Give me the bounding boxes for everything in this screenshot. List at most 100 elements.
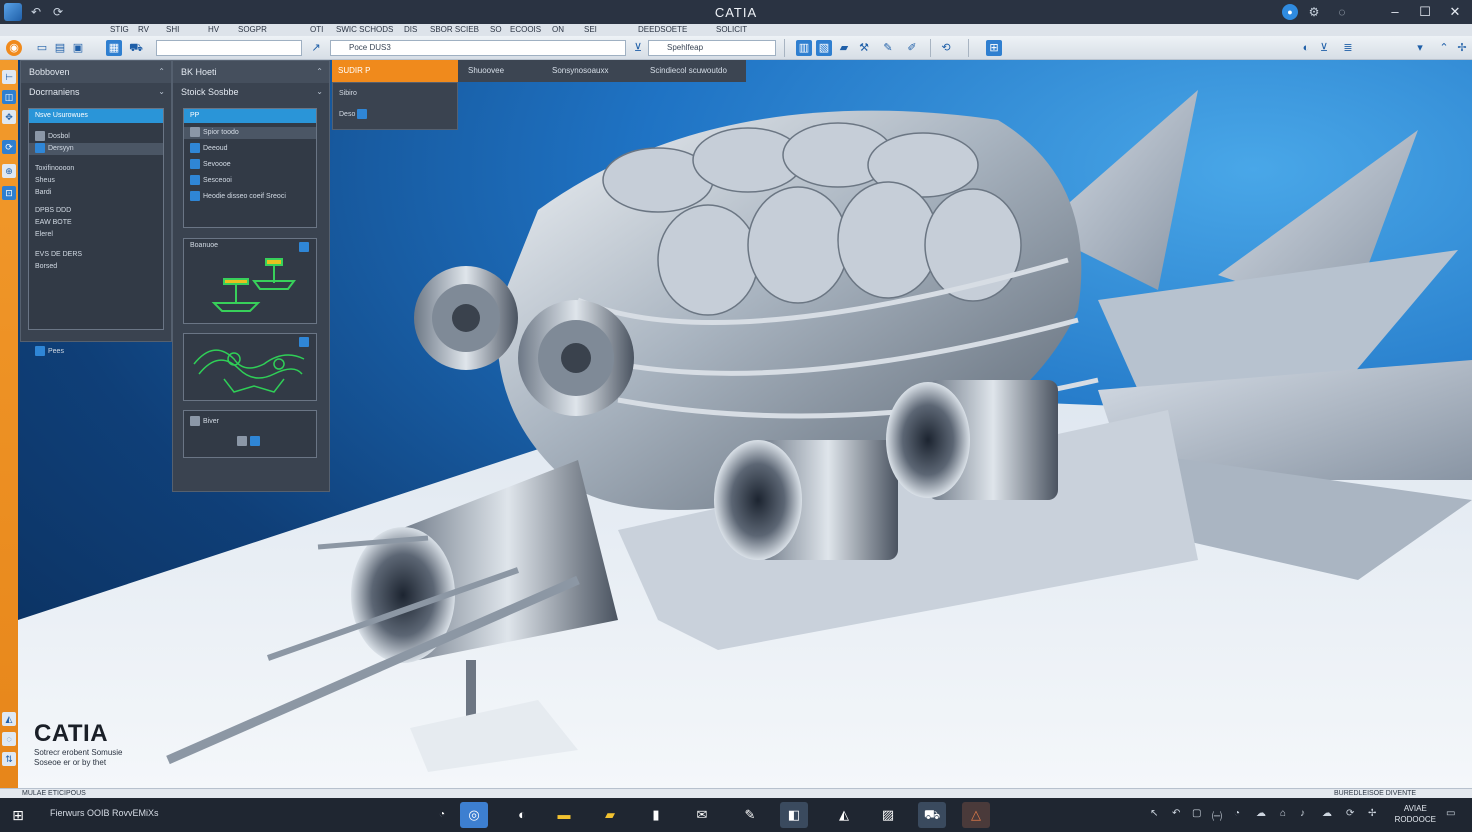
tray-sound-icon[interactable]: ♪: [1300, 808, 1305, 819]
tab-active[interactable]: SUDIR P: [332, 60, 458, 82]
taskbar-search[interactable]: Fierwurs OOIB RovvEMiXs: [50, 808, 159, 818]
open-icon[interactable]: ▤: [52, 40, 68, 56]
list-item[interactable]: Dersyyn: [29, 143, 163, 155]
photo-icon[interactable]: ▨: [874, 802, 902, 828]
layers-icon[interactable]: ≣: [1340, 40, 1356, 56]
tray-cloud-icon[interactable]: ☁: [1322, 808, 1332, 819]
tab[interactable]: Sonsynosoauxx: [546, 60, 644, 82]
filter2-icon[interactable]: ⊻: [1316, 40, 1332, 56]
arrow-icon[interactable]: ↗: [308, 40, 324, 56]
menu-item[interactable]: ON: [552, 24, 564, 36]
menu-item[interactable]: SOGPR: [238, 24, 267, 36]
edge-icon[interactable]: ◐: [508, 802, 536, 828]
chevron-down-icon[interactable]: ⌄: [158, 83, 165, 101]
new-icon[interactable]: ▭: [34, 40, 50, 56]
menu-item[interactable]: DIS: [404, 24, 417, 36]
list-item[interactable]: Toxifinoooon: [29, 163, 163, 175]
list-item[interactable]: Spior toodo: [184, 127, 316, 139]
normal-view-icon[interactable]: ◭: [2, 712, 16, 726]
settings-icon[interactable]: ⚙: [1306, 4, 1322, 20]
clock[interactable]: AVIAE RODOOCE: [1395, 803, 1436, 825]
folder-icon[interactable]: ▰: [836, 40, 852, 56]
compass-icon[interactable]: ◉: [6, 40, 22, 56]
list-item[interactable]: Borsed: [29, 261, 163, 273]
tray-battery-icon[interactable]: ☁: [1256, 808, 1266, 819]
menu-item[interactable]: SHI: [166, 24, 179, 36]
zoom-icon[interactable]: ⊕: [2, 164, 16, 178]
task-view-icon[interactable]: ◔: [428, 802, 456, 828]
tray-chevron-icon[interactable]: ↖: [1150, 808, 1158, 819]
catia-taskbar-icon[interactable]: ◧: [780, 802, 808, 828]
list-item[interactable]: EVS DE DERS: [29, 249, 163, 261]
render-icon[interactable]: ▧: [816, 40, 832, 56]
menu-item[interactable]: ECOOIS: [510, 24, 541, 36]
menu-item[interactable]: SOLICIT: [716, 24, 747, 36]
notification-icon[interactable]: ▭: [1446, 808, 1455, 819]
tray-wifi-icon[interactable]: ⌂: [1280, 808, 1286, 819]
mail-icon[interactable]: ✉: [688, 802, 716, 828]
menu-item[interactable]: SO: [490, 24, 502, 36]
tab[interactable]: Shuoovee: [462, 60, 536, 82]
menu-item[interactable]: HV: [208, 24, 219, 36]
tree-icon[interactable]: ⊢: [2, 70, 16, 84]
warning-app-icon[interactable]: △: [962, 802, 990, 828]
chevron-up-icon[interactable]: ⌃: [158, 61, 165, 83]
fit-icon[interactable]: ⊡: [2, 186, 16, 200]
tray-sync-icon[interactable]: ⟳: [1346, 808, 1354, 819]
tray-pin-icon[interactable]: ✢: [1368, 808, 1376, 819]
tray-volume-icon[interactable]: ◔: [1234, 808, 1240, 819]
command-row[interactable]: Biver: [184, 411, 316, 433]
view-icon[interactable]: ▥: [796, 40, 812, 56]
workbench-row[interactable]: Deso: [333, 105, 457, 125]
menu-item[interactable]: STIG: [110, 24, 129, 36]
list-item[interactable]: Sesceooi: [184, 175, 316, 187]
footer-item[interactable]: Pees: [29, 346, 64, 358]
folder-icon[interactable]: ▰: [596, 802, 624, 828]
hide-icon[interactable]: ◌: [2, 732, 16, 746]
part-name-field[interactable]: Poce DUS3: [330, 40, 626, 56]
tray-lang-icon[interactable]: ㈠: [1212, 808, 1222, 823]
list-item[interactable]: Sheus: [29, 175, 163, 187]
expand-icon[interactable]: ⌃: [1436, 40, 1452, 56]
thumbnail-card[interactable]: Boanuoe: [183, 238, 317, 324]
list-item[interactable]: Heodie disseo coeif Sreoci: [184, 191, 316, 203]
shield-icon[interactable]: ◭: [830, 802, 858, 828]
filter-icon[interactable]: ⊻: [630, 40, 646, 56]
copy-icon[interactable]: [237, 436, 247, 447]
minimize-button[interactable]: –: [1380, 0, 1410, 24]
list-item[interactable]: Dosbol: [29, 131, 163, 143]
thumbnail-options-icon[interactable]: [299, 242, 309, 252]
list-item[interactable]: Elerel: [29, 229, 163, 241]
close-button[interactable]: ✕: [1440, 0, 1470, 24]
dropdown-icon[interactable]: ▾: [1412, 40, 1428, 56]
tool-icon[interactable]: ⚒: [856, 40, 872, 56]
list-item[interactable]: Deeoud: [184, 143, 316, 155]
menu-item[interactable]: RV: [138, 24, 149, 36]
menu-item[interactable]: SEI: [584, 24, 597, 36]
sketch-icon[interactable]: ✐: [904, 40, 920, 56]
swap-icon[interactable]: ⇅: [2, 752, 16, 766]
save-icon[interactable]: ▣: [70, 40, 86, 56]
tray-arrow-icon[interactable]: ↶: [1172, 808, 1180, 819]
command-field[interactable]: [156, 40, 302, 56]
car-icon[interactable]: ⛟: [128, 40, 144, 56]
taskbar-app-icon[interactable]: ◎: [460, 802, 488, 828]
select-icon[interactable]: ◫: [2, 90, 16, 104]
list-item[interactable]: EAW BOTE: [29, 217, 163, 229]
measure-icon[interactable]: ⊞: [986, 40, 1002, 56]
grid-icon[interactable]: ▦: [106, 40, 122, 56]
search-field[interactable]: Spehlfeap: [648, 40, 776, 56]
chevron-up-icon[interactable]: ⌃: [316, 61, 323, 83]
file-explorer-icon[interactable]: ▬: [550, 802, 578, 828]
catia-app2-icon[interactable]: ⛟: [918, 802, 946, 828]
list-item[interactable]: Sevoooe: [184, 159, 316, 171]
constraint-icon[interactable]: ⟲: [938, 40, 954, 56]
pan-icon[interactable]: ✥: [2, 110, 16, 124]
globe-icon[interactable]: ●: [1282, 4, 1298, 20]
app-icon[interactable]: ✎: [736, 802, 764, 828]
wrench-icon[interactable]: ✎: [880, 40, 896, 56]
chevron-down-icon[interactable]: ⌄: [316, 83, 323, 101]
menu-item[interactable]: SWIC SCHODS: [336, 24, 393, 36]
tray-network-icon[interactable]: ▢: [1192, 808, 1201, 819]
paste-icon[interactable]: [250, 436, 260, 447]
